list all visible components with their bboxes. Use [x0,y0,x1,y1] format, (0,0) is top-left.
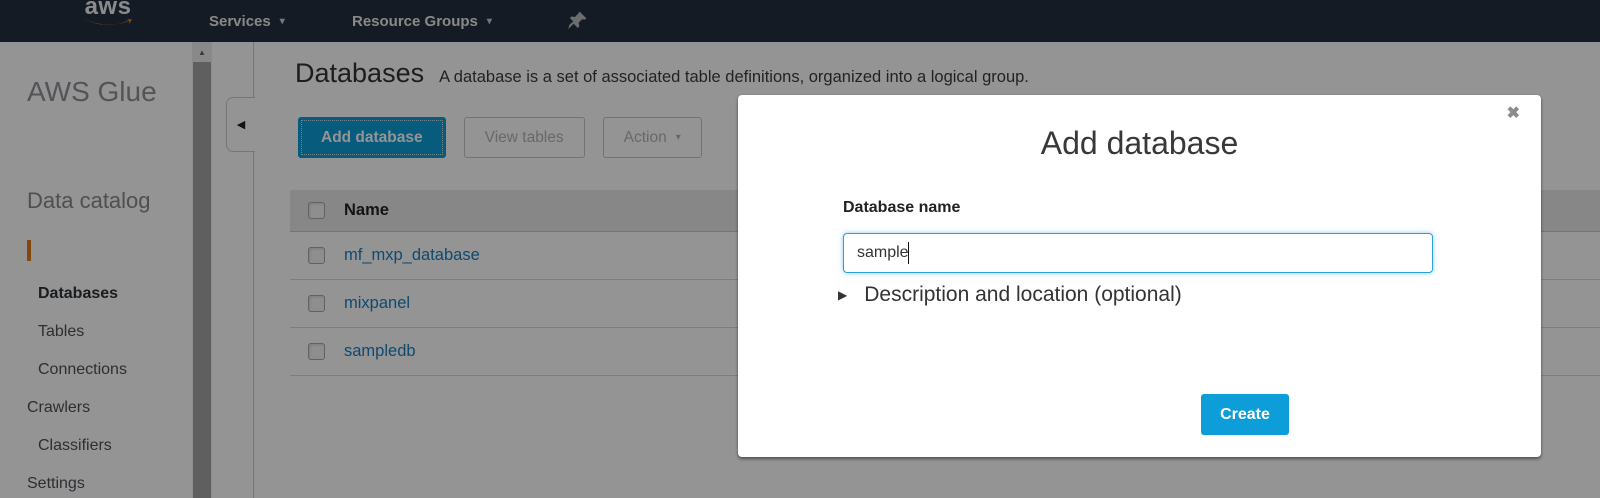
add-database-modal: ✖ Add database Database name ▶ Descripti… [738,95,1541,457]
disclosure-triangle-icon: ▶ [838,288,847,302]
close-icon[interactable]: ✖ [1507,106,1520,122]
disclosure-label: Description and location (optional) [864,283,1182,307]
aws-glue-console-screen: aws Services ▾ Resource Groups ▾ AWS Glu… [0,0,1600,498]
database-name-input[interactable] [843,233,1433,273]
modal-title: Add database [738,125,1541,162]
description-location-disclosure[interactable]: ▶ Description and location (optional) [843,283,1182,307]
database-name-label: Database name [843,199,960,217]
text-cursor [908,242,909,264]
database-name-input-wrap [843,233,1433,273]
create-button[interactable]: Create [1201,394,1289,435]
